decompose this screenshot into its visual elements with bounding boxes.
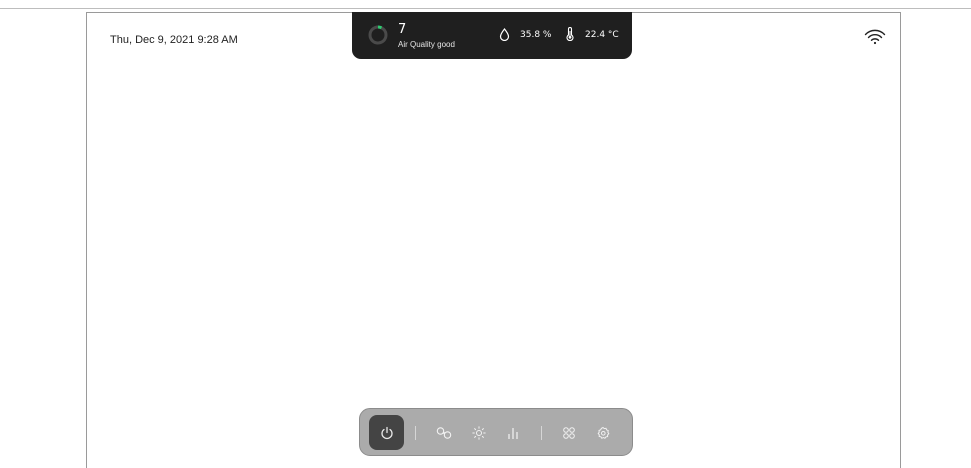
- control-bar: [359, 408, 633, 456]
- top-divider: [0, 8, 971, 9]
- light-button[interactable]: [469, 423, 489, 443]
- stats-button[interactable]: [503, 423, 523, 443]
- date-time: Thu, Dec 9, 2021 9:28 AM: [110, 34, 238, 46]
- air-quality-value: 7: [398, 22, 407, 37]
- temperature-value: 22.4 °C: [585, 30, 619, 40]
- power-icon: [380, 426, 394, 440]
- sun-icon: [472, 426, 486, 440]
- device-screen: Thu, Dec 9, 2021 9:28 AM 7 Air Quality g…: [86, 12, 901, 468]
- thermometer-icon: [565, 27, 575, 42]
- fan-icon: [436, 426, 452, 440]
- apps-button[interactable]: [559, 423, 579, 443]
- bar-chart-icon: [506, 426, 520, 440]
- gear-icon: [596, 426, 610, 440]
- apps-grid-icon: [562, 426, 576, 440]
- air-quality-label: Air Quality good: [398, 40, 455, 49]
- power-button[interactable]: [369, 415, 404, 450]
- air-quality-ring-icon: [367, 24, 389, 46]
- separator: [415, 426, 416, 440]
- separator: [541, 426, 542, 440]
- droplet-icon: [499, 28, 510, 42]
- wifi-icon[interactable]: [864, 29, 886, 45]
- status-panel[interactable]: 7 Air Quality good 35.8 % 22.4 °C: [352, 12, 632, 59]
- settings-button[interactable]: [593, 423, 613, 443]
- humidity-value: 35.8 %: [520, 30, 552, 40]
- fan-button[interactable]: [434, 423, 454, 443]
